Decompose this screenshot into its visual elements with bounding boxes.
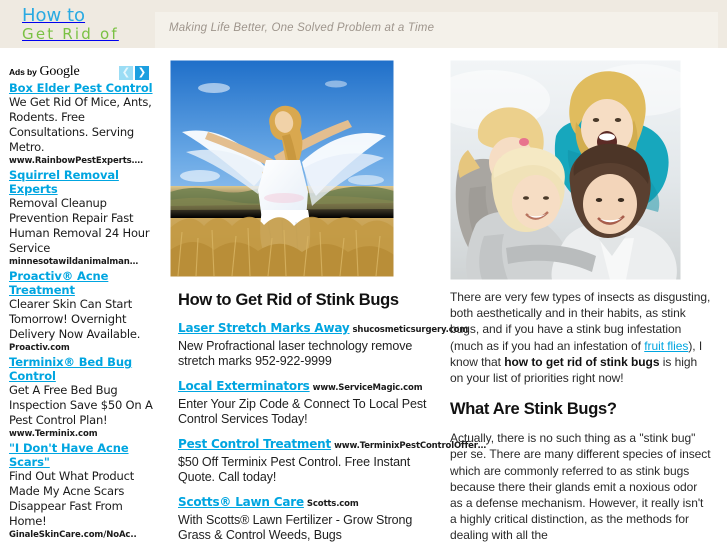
inline-ad-head: Local Exterminators www.ServiceMagic.com	[178, 378, 440, 396]
page-title: How to Get Rid of Stink Bugs	[178, 291, 399, 309]
sidebar-ad-url: www.Terminix.com	[9, 429, 98, 439]
intro-text-bold: how to get rid of stink bugs	[504, 354, 660, 369]
sidebar-ad-url: www.RainbowPestExperts….	[9, 156, 144, 166]
sidebar-ad-title[interactable]: "I Don't Have Acne Scars"	[9, 441, 159, 469]
inline-ad-body: Enter Your Zip Code & Connect To Local P…	[178, 397, 427, 426]
article-intro-paragraph: There are very few types of insects as d…	[450, 289, 712, 386]
hero-image-happy-family	[450, 60, 681, 280]
inline-ad-url: www.ServiceMagic.com	[312, 383, 423, 393]
main-content-column: How to Get Rid of Stink Bugs Laser Stret…	[170, 60, 486, 545]
sidebar-ad-url: GinaleSkinCare.com/NoAc..	[9, 530, 137, 540]
google-wordmark: Google	[39, 64, 80, 79]
sidebar-ad-item: Squirrel Removal Experts Removal Cleanup…	[9, 168, 159, 269]
inline-ad-head: Pest Control Treatment www.TerminixPestCo…	[178, 436, 486, 454]
inline-ad-title[interactable]: Local Exterminators	[178, 379, 310, 393]
inline-ad-body: New Profractional laser technology remov…	[178, 339, 413, 368]
aside-column: There are very few types of insects as d…	[450, 60, 718, 545]
inline-ad-title[interactable]: Pest Control Treatment	[178, 437, 331, 451]
page-root: How to Get Rid of Making Life Better, On…	[0, 0, 727, 545]
inline-ad-item: Laser Stretch Marks Away shucosmeticsurge…	[178, 320, 468, 369]
sidebar-ad-body: Clearer Skin Can Start Tomorrow! Overnig…	[9, 297, 141, 341]
sidebar-ad-url: Proactiv.com	[9, 343, 70, 353]
next-arrow-icon[interactable]: ❯	[135, 65, 149, 80]
hero-image-woman-in-field	[170, 60, 394, 277]
sidebar-ad-body: We Get Rid Of Mice, Ants, Rodents. Free …	[9, 95, 152, 154]
sidebar-ad-url: minnesotawildanimalman…	[9, 257, 139, 267]
inline-ads-block: Laser Stretch Marks Away shucosmeticsurge…	[178, 320, 486, 543]
sidebar-ad-item: Box Elder Pest Control We Get Rid Of Mic…	[9, 81, 159, 168]
sidebar-ad-item: Terminix® Bed Bug Control Get A Free Bed…	[9, 355, 159, 441]
inline-ad-item: Local Exterminators www.ServiceMagic.com …	[178, 378, 440, 427]
inline-ad-body: $50 Off Terminix Pest Control. Free Inst…	[178, 455, 411, 484]
inline-ad-head: Laser Stretch Marks Away shucosmeticsurge…	[178, 320, 468, 338]
sidebar-ads-bar: Ads by Google ❮ ❯	[9, 62, 159, 80]
tagline-box: Making Life Better, One Solved Problem a…	[155, 12, 718, 48]
sidebar-ad-title[interactable]: Terminix® Bed Bug Control	[9, 355, 159, 383]
ads-by-google-label: Ads by Google	[9, 64, 80, 80]
inline-ad-title[interactable]: Scotts® Lawn Care	[178, 495, 304, 509]
site-tagline: Making Life Better, One Solved Problem a…	[169, 22, 435, 34]
sidebar-ads-column: Ads by Google ❮ ❯ Box Elder Pest Control …	[9, 62, 159, 542]
inline-ad-body: With Scotts® Lawn Fertilizer - Grow Stro…	[178, 513, 413, 542]
section-heading: What Are Stink Bugs?	[450, 400, 617, 419]
sidebar-ad-item: "I Don't Have Acne Scars" Find Out What …	[9, 441, 159, 542]
logo-line-2: Get Rid of	[22, 25, 119, 43]
sidebar-ad-body: Find Out What Product Made My Acne Scars…	[9, 469, 135, 528]
sidebar-ad-title[interactable]: Box Elder Pest Control	[9, 81, 159, 95]
sidebar-ad-title[interactable]: Proactiv® Acne Treatment	[9, 269, 159, 297]
fruit-flies-link[interactable]: fruit flies	[644, 339, 688, 353]
inline-ad-item: Scotts® Lawn Care Scotts.com With Scotts®…	[178, 494, 440, 543]
sidebar-ad-body: Get A Free Bed Bug Inspection Save $50 O…	[9, 383, 153, 427]
inline-ad-title[interactable]: Laser Stretch Marks Away	[178, 321, 350, 335]
sidebar-ad-title[interactable]: Squirrel Removal Experts	[9, 168, 159, 196]
site-header: How to Get Rid of Making Life Better, On…	[0, 0, 727, 48]
inline-ad-url: Scotts.com	[306, 499, 359, 509]
article-paragraph-2: Actually, there is no such thing as a "s…	[450, 431, 711, 543]
inline-ad-item: Pest Control Treatment www.TerminixPestCo…	[178, 436, 486, 485]
ads-by-text: Ads by	[9, 67, 37, 77]
sidebar-ad-body: Removal Cleanup Prevention Repair Fast H…	[9, 196, 150, 255]
inline-ad-head: Scotts® Lawn Care Scotts.com	[178, 494, 440, 512]
site-logo[interactable]: How to Get Rid of	[22, 7, 152, 42]
sidebar-ad-item: Proactiv® Acne Treatment Clearer Skin Ca…	[9, 269, 159, 355]
sidebar-ads-pager: ❮ ❯	[119, 64, 151, 82]
prev-arrow-icon[interactable]: ❮	[119, 65, 133, 80]
logo-line-1: How to	[22, 5, 86, 26]
article-body: There are very few types of insects as d…	[450, 289, 712, 544]
